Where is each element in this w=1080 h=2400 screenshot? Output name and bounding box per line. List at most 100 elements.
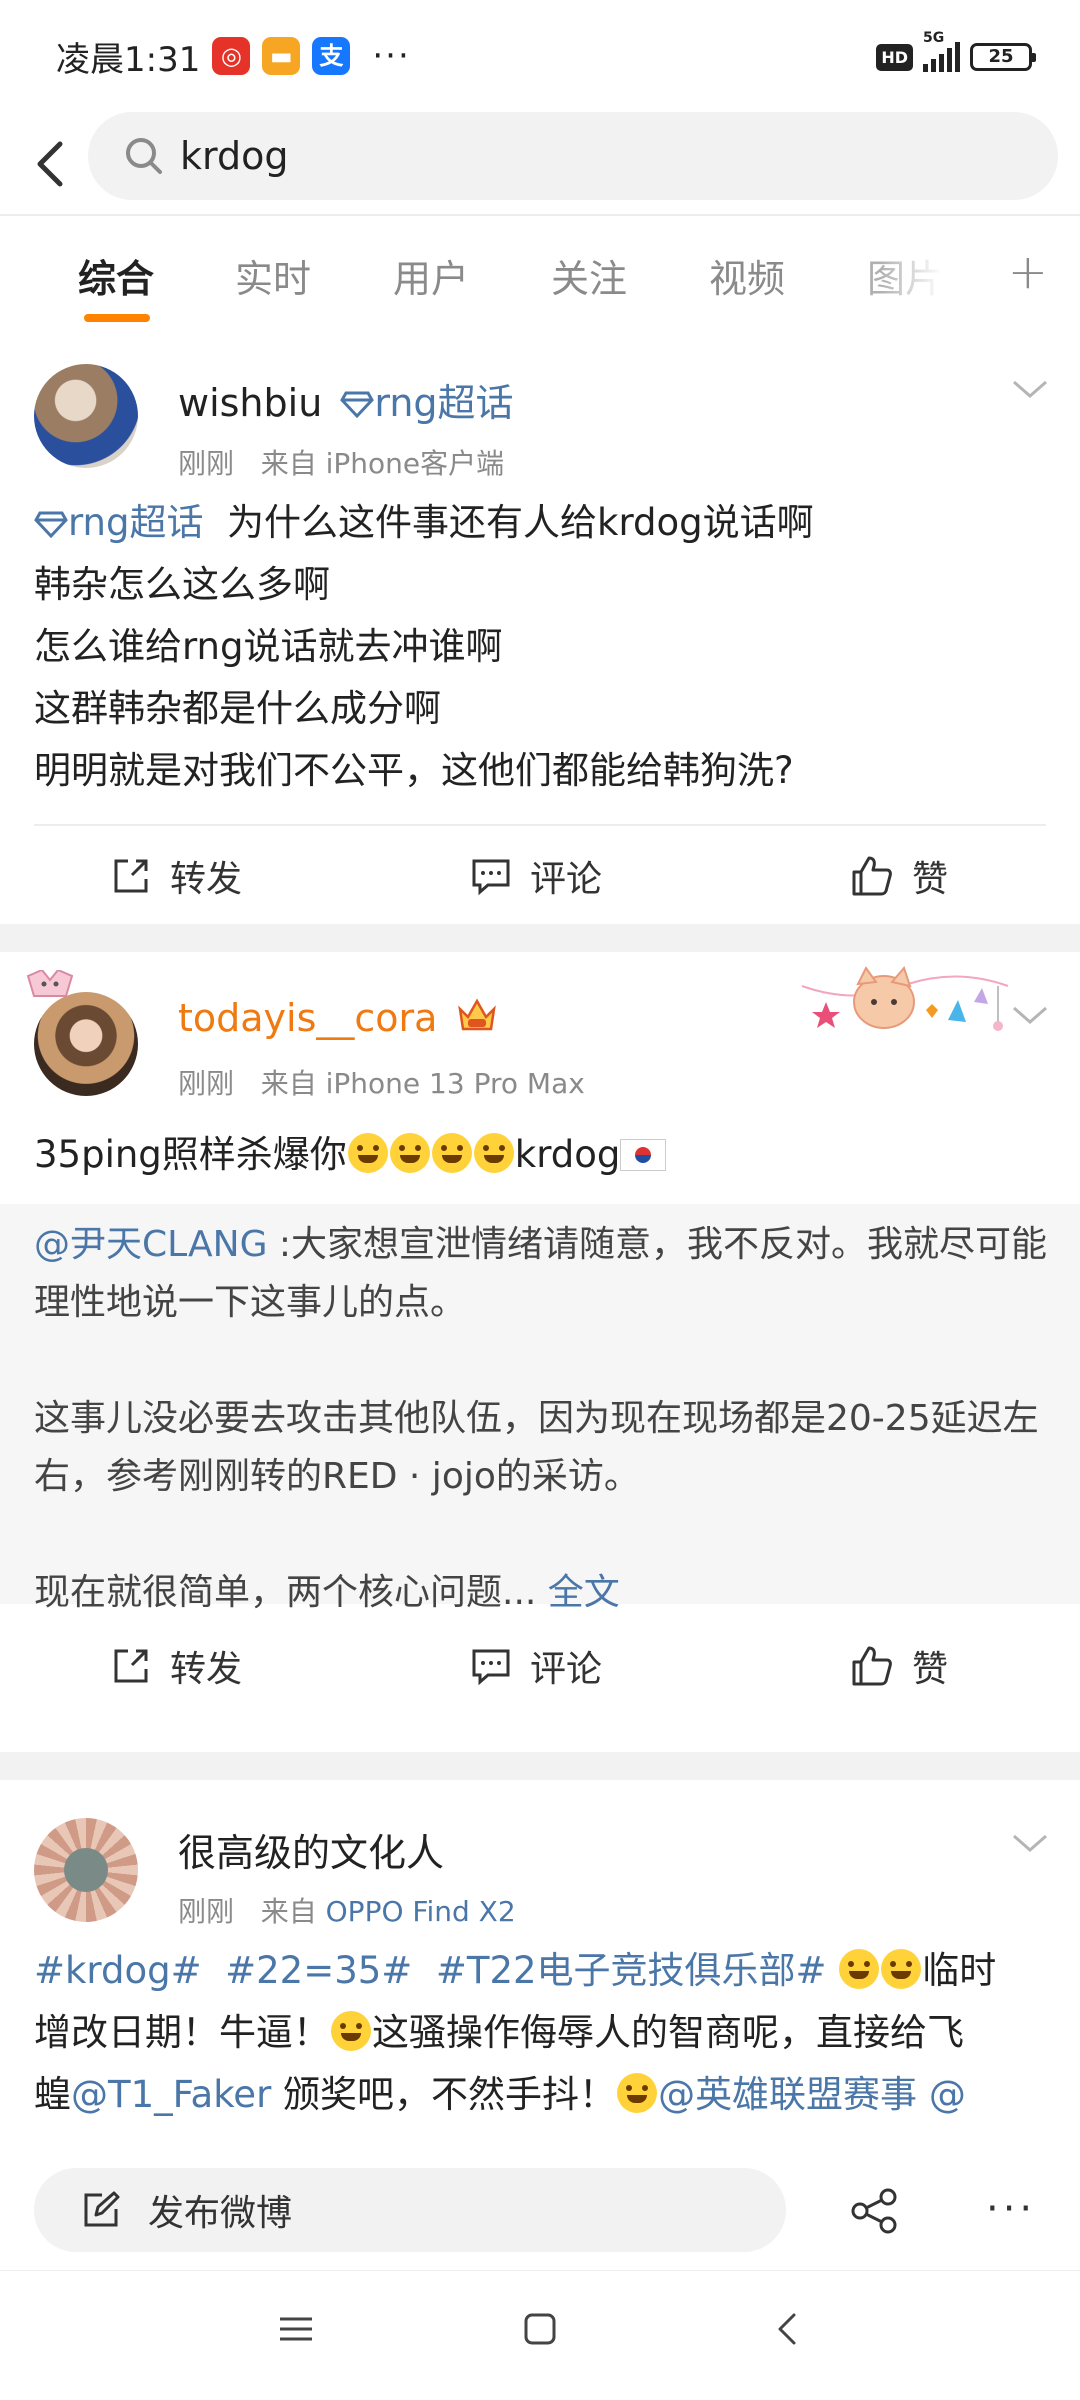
thumbs-up-icon [852,1646,892,1686]
post-separator [0,1752,1080,1780]
diamond-icon [340,391,375,419]
comment-icon [472,1649,510,1686]
post-line: 增改日期！牛逼！ [34,2011,330,2054]
post-card[interactable]: 很高级的文化人 刚刚 来自 OPPO Find X2 #krdog# #22=3… [0,1780,1080,2150]
post-line: 明明就是对我们不公平，这他们都能给韩狗洗? [34,749,794,792]
post-source: iPhone客户端 [325,447,505,480]
network-type: 5G [923,30,945,46]
like-button[interactable]: 赞 [850,826,948,926]
active-tab-indicator [84,314,150,322]
repost-icon [114,1649,148,1683]
status-time: 凌晨1:31 [56,39,201,80]
laughing-emoji-icon [331,2011,371,2051]
topic-link[interactable]: rng超话 [68,501,204,544]
post-line: 颁奖吧，不然手抖！ [271,2073,617,2116]
username[interactable]: wishbiu rng超话 [178,372,514,427]
battery-icon: 25 [970,43,1036,71]
post-text: 35ping照样杀爆你 krdog [34,1124,1054,1186]
mention-link[interactable]: @T1_Faker [71,2073,271,2116]
back-icon[interactable] [768,2309,808,2349]
avatar[interactable] [34,1818,138,1922]
avatar-pendant [22,968,78,1010]
comment-button[interactable]: 评论 [470,1616,602,1716]
post-line: 怎么谁给rng说话就去冲谁啊 [34,625,503,668]
tab-fade [880,230,970,320]
quoted-text: @尹天CLANG :大家想宣泄情绪请随意，我不反对。我就尽可能理性地说一下这事儿… [34,1216,1054,1622]
post-time: 刚刚 [178,447,235,480]
quoted-line: 现在就很简单，两个核心问题... [34,1572,537,1613]
compose-label: 发布微博 [148,2193,293,2234]
avatar[interactable] [34,364,138,468]
tab-realtime[interactable]: 实时 [235,248,311,303]
post-line: 这骚操作侮辱人的智商呢，直接给飞 [372,2011,964,2054]
source-prefix: 来自 [260,1895,317,1928]
hashtag-link[interactable]: #krdog# [34,1949,202,1992]
menu-icon[interactable] [276,2309,316,2349]
back-arrow-icon[interactable] [22,128,82,200]
chevron-down-icon[interactable] [1010,1832,1050,1856]
diamond-icon [34,511,68,539]
supertopic-tag[interactable]: rng超话 [374,381,513,425]
post-line: 韩杂怎么这么多啊 [34,563,330,606]
search-input[interactable] [180,112,980,200]
status-indicators: HD 5G 25 [876,30,1036,72]
username[interactable]: 很高级的文化人 [178,1822,444,1877]
mention-link[interactable]: @ [917,2073,966,2116]
post-source: iPhone 13 Pro Max [325,1067,585,1100]
post-meta: 刚刚 来自 OPPO Find X2 [178,1890,516,1930]
post-source[interactable]: OPPO Find X2 [326,1895,516,1928]
compose-button[interactable]: 发布微博 [34,2168,786,2252]
tab-videos[interactable]: 视频 [709,248,785,303]
search-header [0,112,1080,216]
korea-flag-icon [620,1139,667,1171]
laughing-emoji-icon [881,1949,922,1989]
share-icon[interactable] [850,2188,900,2234]
post-text: #krdog# #22=35# #T22电子竞技俱乐部# 临时 增改日期！牛逼！… [34,1940,1054,2126]
post-separator [0,924,1080,952]
search-tabs: 综合 实时 用户 关注 视频 图片 + [0,230,1080,330]
chevron-down-icon[interactable] [1010,1004,1050,1028]
emoji-icon [389,1133,430,1173]
full-text-link[interactable]: 全文 [548,1572,620,1613]
post-meta: 刚刚 来自 iPhone客户端 [178,442,504,482]
search-icon [126,138,162,174]
post-line: 蝗 [34,2073,71,2116]
status-bar: 凌晨1:31 ◎ ▬ 支 ··· HD 5G 25 [0,0,1080,112]
chevron-down-icon[interactable] [1010,378,1050,402]
post-card[interactable]: wishbiu rng超话 刚刚 来自 iPhone客户端 rng超话 为什么这… [0,340,1080,920]
comment-button[interactable]: 评论 [470,826,602,926]
bottom-compose-bar: 发布微博 ··· [0,2150,1080,2270]
post-line: 临时 [922,1949,997,1992]
post-actions: 转发 评论 赞 [0,826,1080,926]
tab-users[interactable]: 用户 [393,248,469,303]
thumbs-up-icon [852,856,892,896]
repost-button[interactable]: 转发 [110,826,242,926]
comment-label: 评论 [530,859,603,900]
repost-button[interactable]: 转发 [110,1616,242,1716]
add-tab-icon[interactable]: + [1008,244,1048,300]
laughing-emoji-icon [839,1949,880,1989]
post-card[interactable]: todayis__cora 刚刚 来自 iPhone 13 Pro Max 35… [0,952,1080,1752]
mention-link[interactable]: @尹天CLANG [34,1224,267,1265]
vip-crown-icon [457,998,496,1031]
post-line: 35ping照样杀爆你 [34,1133,347,1176]
hashtag-link[interactable]: #T22电子竞技俱乐部# [436,1949,827,1992]
quoted-line: 这事儿没必要去攻击其他队伍，因为现在现场都是20-25延迟左右，参考刚刚转的RE… [34,1398,1039,1497]
hashtag-link[interactable]: #22=35# [225,1949,412,1992]
source-prefix: 来自 [260,447,317,480]
like-button[interactable]: 赞 [850,1616,948,1716]
tab-comprehensive[interactable]: 综合 [78,248,154,303]
notes-app-icon: ▬ [262,37,301,75]
source-prefix: 来自 [260,1067,317,1100]
search-box[interactable] [88,112,1058,200]
username[interactable]: todayis__cora [178,996,498,1040]
tab-following[interactable]: 关注 [551,248,627,303]
post-time: 刚刚 [178,1067,235,1100]
quoted-post[interactable]: @尹天CLANG :大家想宣泄情绪请随意，我不反对。我就尽可能理性地说一下这事儿… [0,1204,1080,1613]
more-options-icon[interactable]: ··· [986,2186,1036,2232]
home-icon[interactable] [520,2309,560,2349]
system-nav-bar [0,2270,1080,2400]
emoji-icon [473,1133,514,1173]
repost-label: 转发 [170,1649,243,1690]
mention-link[interactable]: @英雄联盟赛事 [658,2073,917,2116]
